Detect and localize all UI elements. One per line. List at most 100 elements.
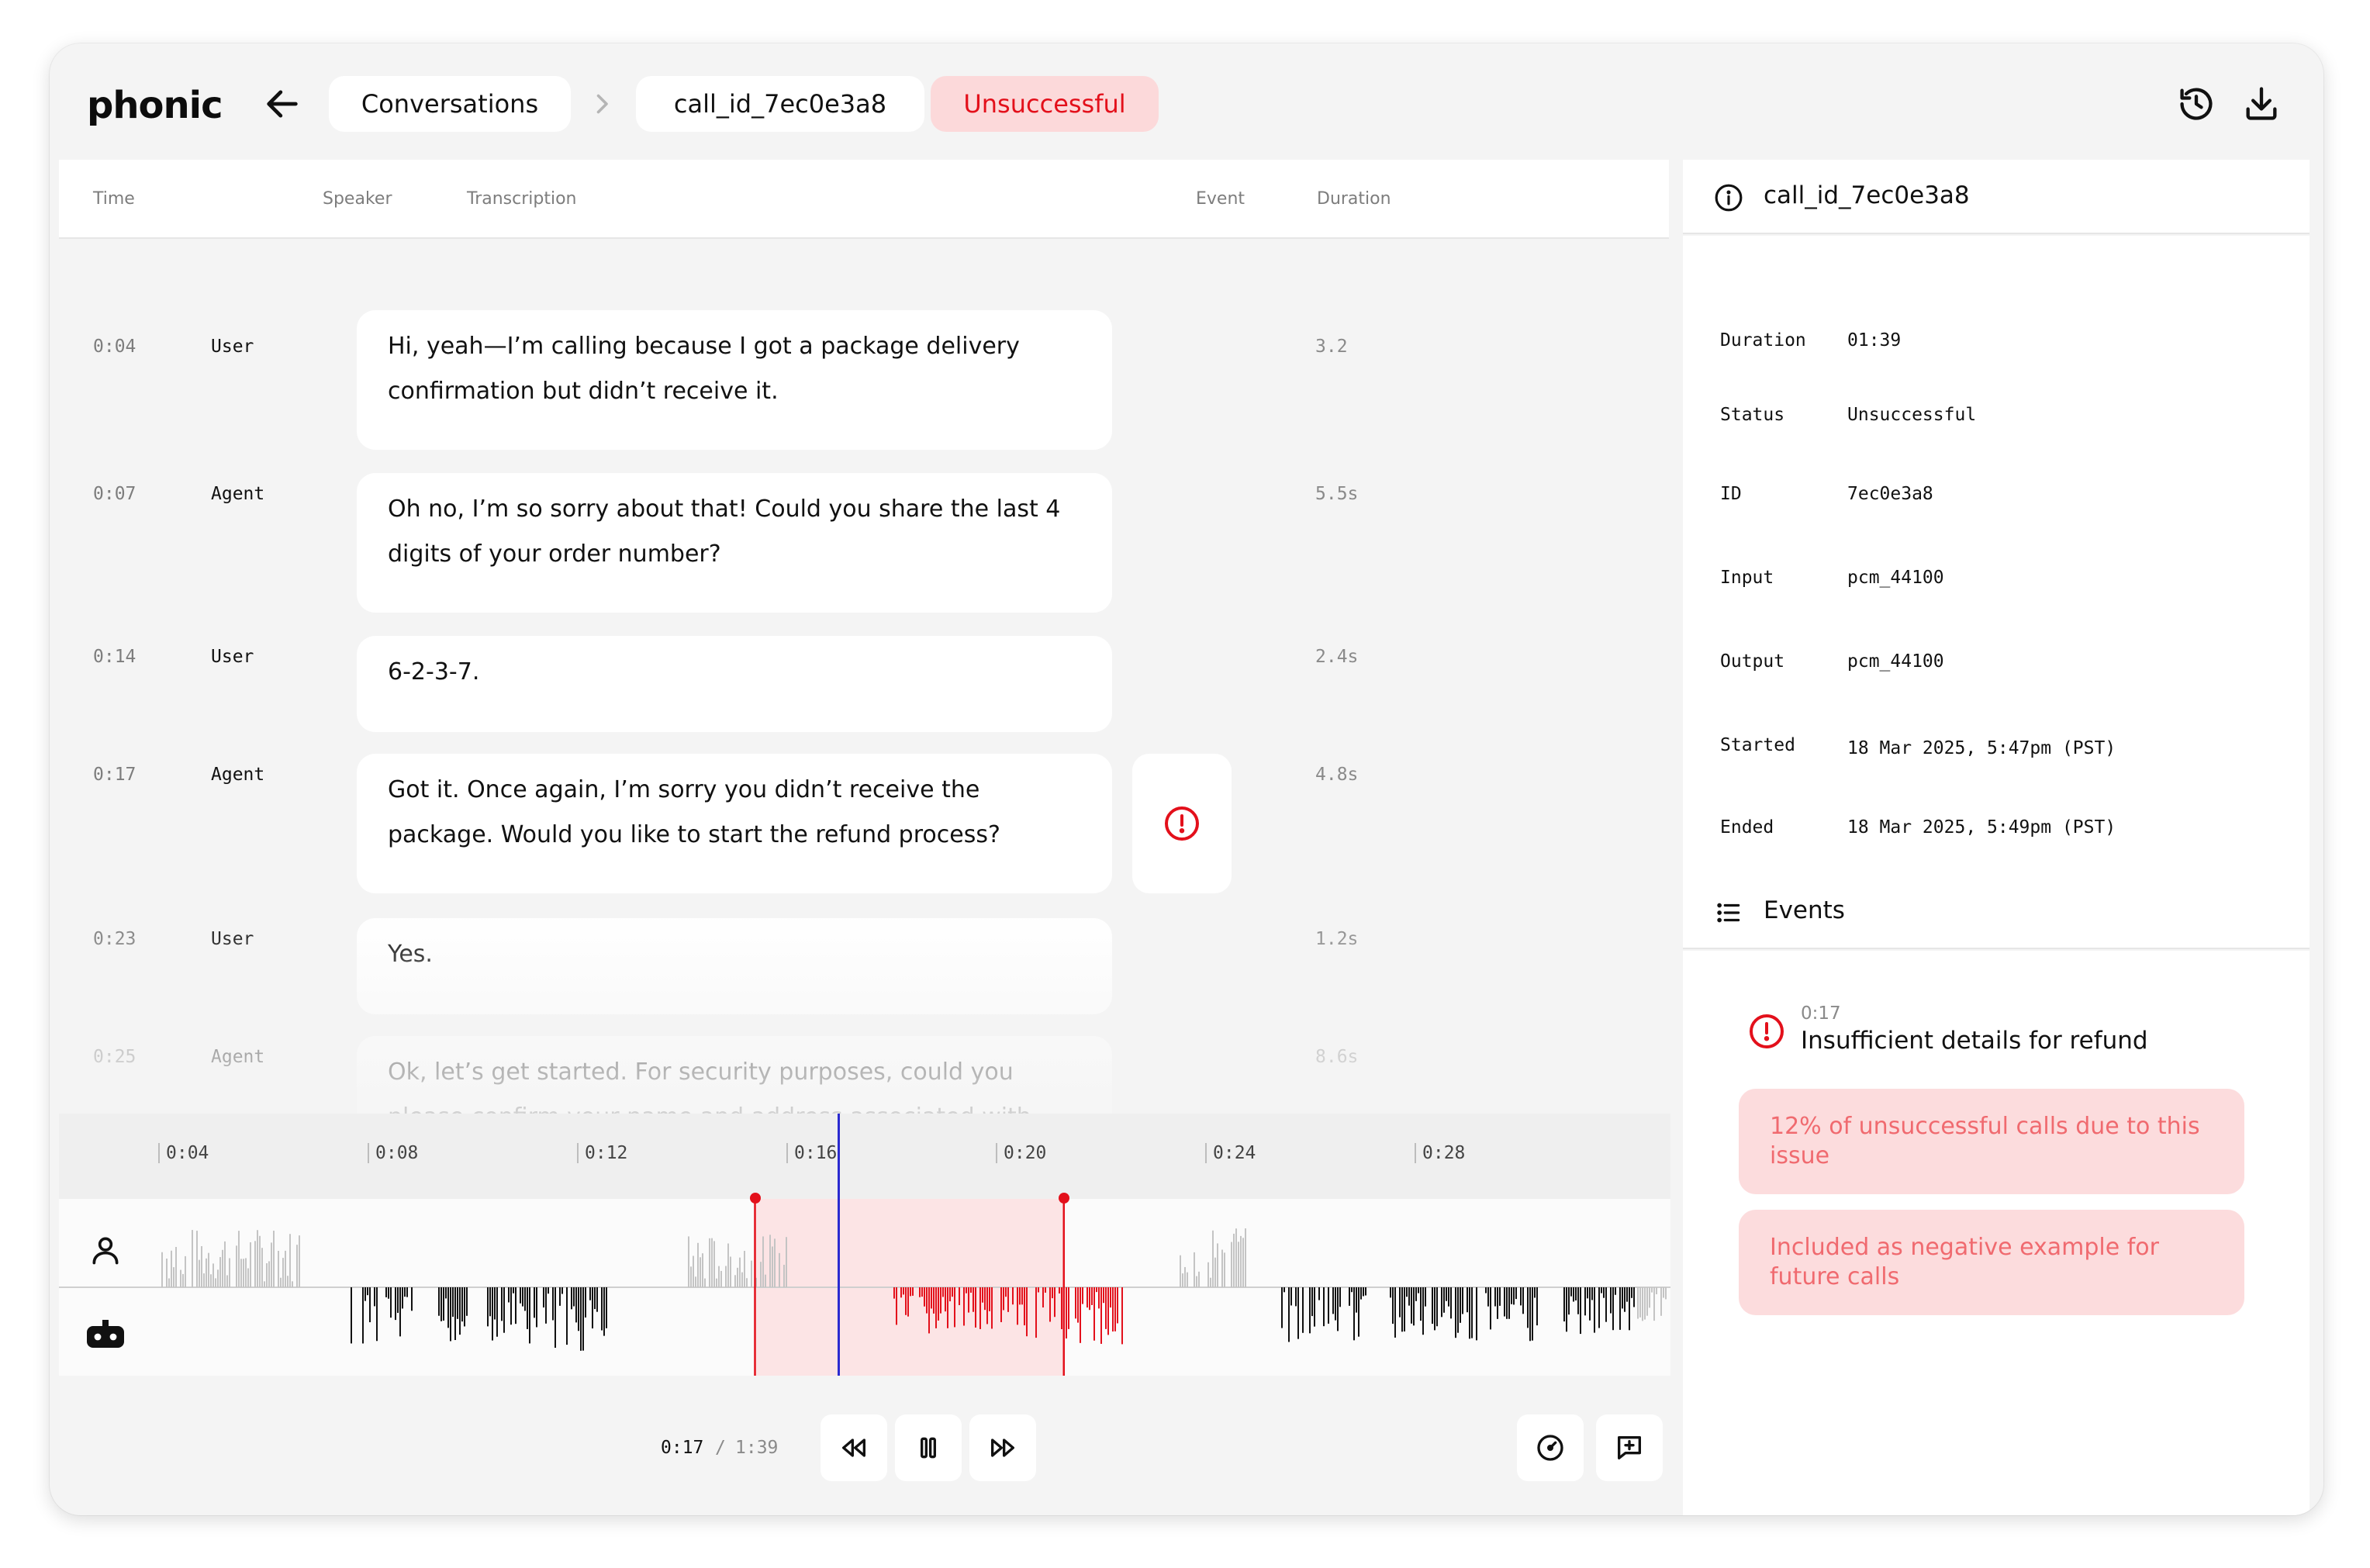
waveform-bar: [559, 1287, 561, 1306]
waveform-bar: [282, 1258, 284, 1287]
speed-icon: [1537, 1435, 1563, 1461]
history-icon[interactable]: [2176, 84, 2216, 124]
waveform-bar: [589, 1287, 591, 1300]
row-time: 0:04: [93, 337, 136, 357]
waveform-bar: [489, 1287, 491, 1317]
waveform-bar: [1515, 1287, 1517, 1300]
waveform-bar: [1323, 1287, 1325, 1327]
fast-forward-button[interactable]: [969, 1414, 1036, 1481]
waveform-bar: [1587, 1287, 1588, 1299]
waveform-bar: [1212, 1230, 1214, 1287]
waveform-bar: [1351, 1287, 1353, 1293]
waveform-bar: [704, 1278, 706, 1287]
field-key: Status: [1720, 405, 1785, 425]
transcription-bubble[interactable]: Oh no, I’m so sorry about that! Could yo…: [357, 473, 1112, 613]
waveform-bar: [751, 1260, 752, 1287]
waveform-bar: [1114, 1287, 1116, 1331]
timeline[interactable]: 0:04 0:08 0:12 0:16 0:20 0:24 0:28: [59, 1114, 1670, 1376]
waveform-bar: [1622, 1287, 1623, 1309]
details-header: call_id_7ec0e3a8: [1683, 160, 2310, 234]
breadcrumb-call-id[interactable]: call_id_7ec0e3a8: [636, 76, 924, 132]
waveform-bar: [1656, 1287, 1657, 1294]
transcription-bubble[interactable]: Hi, yeah—I’m calling because I got a pac…: [357, 310, 1112, 450]
download-icon[interactable]: [2241, 84, 2282, 124]
waveform-bar: [1332, 1287, 1334, 1314]
waveform-bar: [399, 1287, 401, 1337]
playback-speed-button[interactable]: [1517, 1414, 1584, 1481]
waveform-bar: [1649, 1287, 1650, 1308]
waveform-bar: [779, 1252, 780, 1287]
field-value: 18 Mar 2025, 5:49pm (PST): [1847, 817, 2116, 838]
waveform-bar: [527, 1287, 528, 1329]
waveform-bar: [1532, 1287, 1533, 1341]
transcription-bubble[interactable]: Yes.: [357, 918, 1112, 1014]
waveform-bar: [280, 1277, 282, 1287]
transcription-bubble[interactable]: 6-2-3-7.: [357, 636, 1112, 732]
event-note: 12% of unsuccessful calls due to this is…: [1739, 1089, 2244, 1194]
waveform-bar: [1182, 1273, 1183, 1287]
waveform-bar: [989, 1287, 990, 1311]
waveform-bar: [369, 1287, 371, 1323]
event-note: Included as negative example for future …: [1739, 1210, 2244, 1315]
waveform-bar: [603, 1287, 605, 1336]
pause-button[interactable]: [895, 1414, 962, 1481]
waveform-bar: [1068, 1287, 1069, 1329]
col-transcription: Transcription: [467, 189, 577, 209]
waveform-bar: [1485, 1287, 1487, 1293]
pause-icon: [921, 1437, 937, 1459]
waveform-bar: [1012, 1287, 1014, 1305]
waveform-bar: [585, 1287, 586, 1318]
events-header: Events: [1683, 875, 2310, 949]
waveform-bar: [571, 1287, 572, 1310]
waveform-bar: [907, 1287, 909, 1317]
waveform-bar: [1642, 1287, 1643, 1321]
breadcrumb-conversations[interactable]: Conversations: [329, 76, 571, 132]
transcription-bubble[interactable]: Got it. Once again, I’m sorry you didn’t…: [357, 754, 1112, 893]
col-duration: Duration: [1317, 189, 1391, 209]
waveform-bar: [522, 1287, 523, 1307]
waveform-bar: [702, 1253, 703, 1287]
waveform-bar: [452, 1287, 454, 1318]
alert-circle-icon: [1750, 1014, 1784, 1048]
waveform-bar: [245, 1258, 247, 1287]
event-range-end-handle[interactable]: [1058, 1193, 1069, 1204]
event-marker[interactable]: [1132, 754, 1232, 893]
waveform-bar: [1049, 1287, 1051, 1322]
waveform-bar: [921, 1287, 923, 1297]
waveform-bar: [364, 1287, 366, 1301]
waveform-bar: [236, 1245, 237, 1287]
waveform-bar: [1353, 1287, 1355, 1341]
waveform-bar: [741, 1272, 743, 1287]
waveform-bar: [247, 1268, 249, 1287]
waveform-bar: [1450, 1287, 1452, 1319]
waveform-bar: [1629, 1287, 1630, 1331]
waveform-bar: [520, 1287, 521, 1304]
waveform-bar: [351, 1287, 352, 1344]
waveform-bar: [1309, 1287, 1311, 1334]
waveform-bar: [1337, 1287, 1339, 1331]
waveform-bar: [1194, 1252, 1195, 1287]
waveform-area[interactable]: [59, 1199, 1670, 1376]
event-range-start-handle[interactable]: [749, 1193, 761, 1204]
event-card[interactable]: 0:17 Insufficient details for refund 12%…: [1717, 980, 2275, 1349]
add-comment-button[interactable]: [1596, 1414, 1663, 1481]
arrow-left-icon[interactable]: [262, 84, 302, 124]
field-value: pcm_44100: [1847, 651, 1944, 672]
bubble-line: please confirm your name and address ass…: [388, 1095, 1081, 1114]
playhead[interactable]: [838, 1114, 840, 1376]
waveform-bar: [1021, 1287, 1023, 1305]
current-time: 0:17: [661, 1438, 704, 1458]
waveform-bar: [919, 1287, 921, 1297]
waveform-bar: [1339, 1287, 1341, 1307]
phonic-logo[interactable]: phonic: [87, 84, 223, 127]
waveform-bar: [397, 1287, 399, 1314]
waveform-bar: [1356, 1287, 1357, 1313]
bubble-line: confirmation but didn’t receive it.: [388, 378, 779, 405]
waveform-bar: [171, 1250, 172, 1287]
waveform-bar: [1180, 1255, 1181, 1287]
waveform-bar: [1624, 1287, 1625, 1312]
field-key: ID: [1720, 484, 1742, 504]
transcription-bubble[interactable]: Ok, let’s get started. For security purp…: [357, 1036, 1112, 1114]
waveform-bar: [545, 1287, 547, 1324]
rewind-button[interactable]: [821, 1414, 887, 1481]
